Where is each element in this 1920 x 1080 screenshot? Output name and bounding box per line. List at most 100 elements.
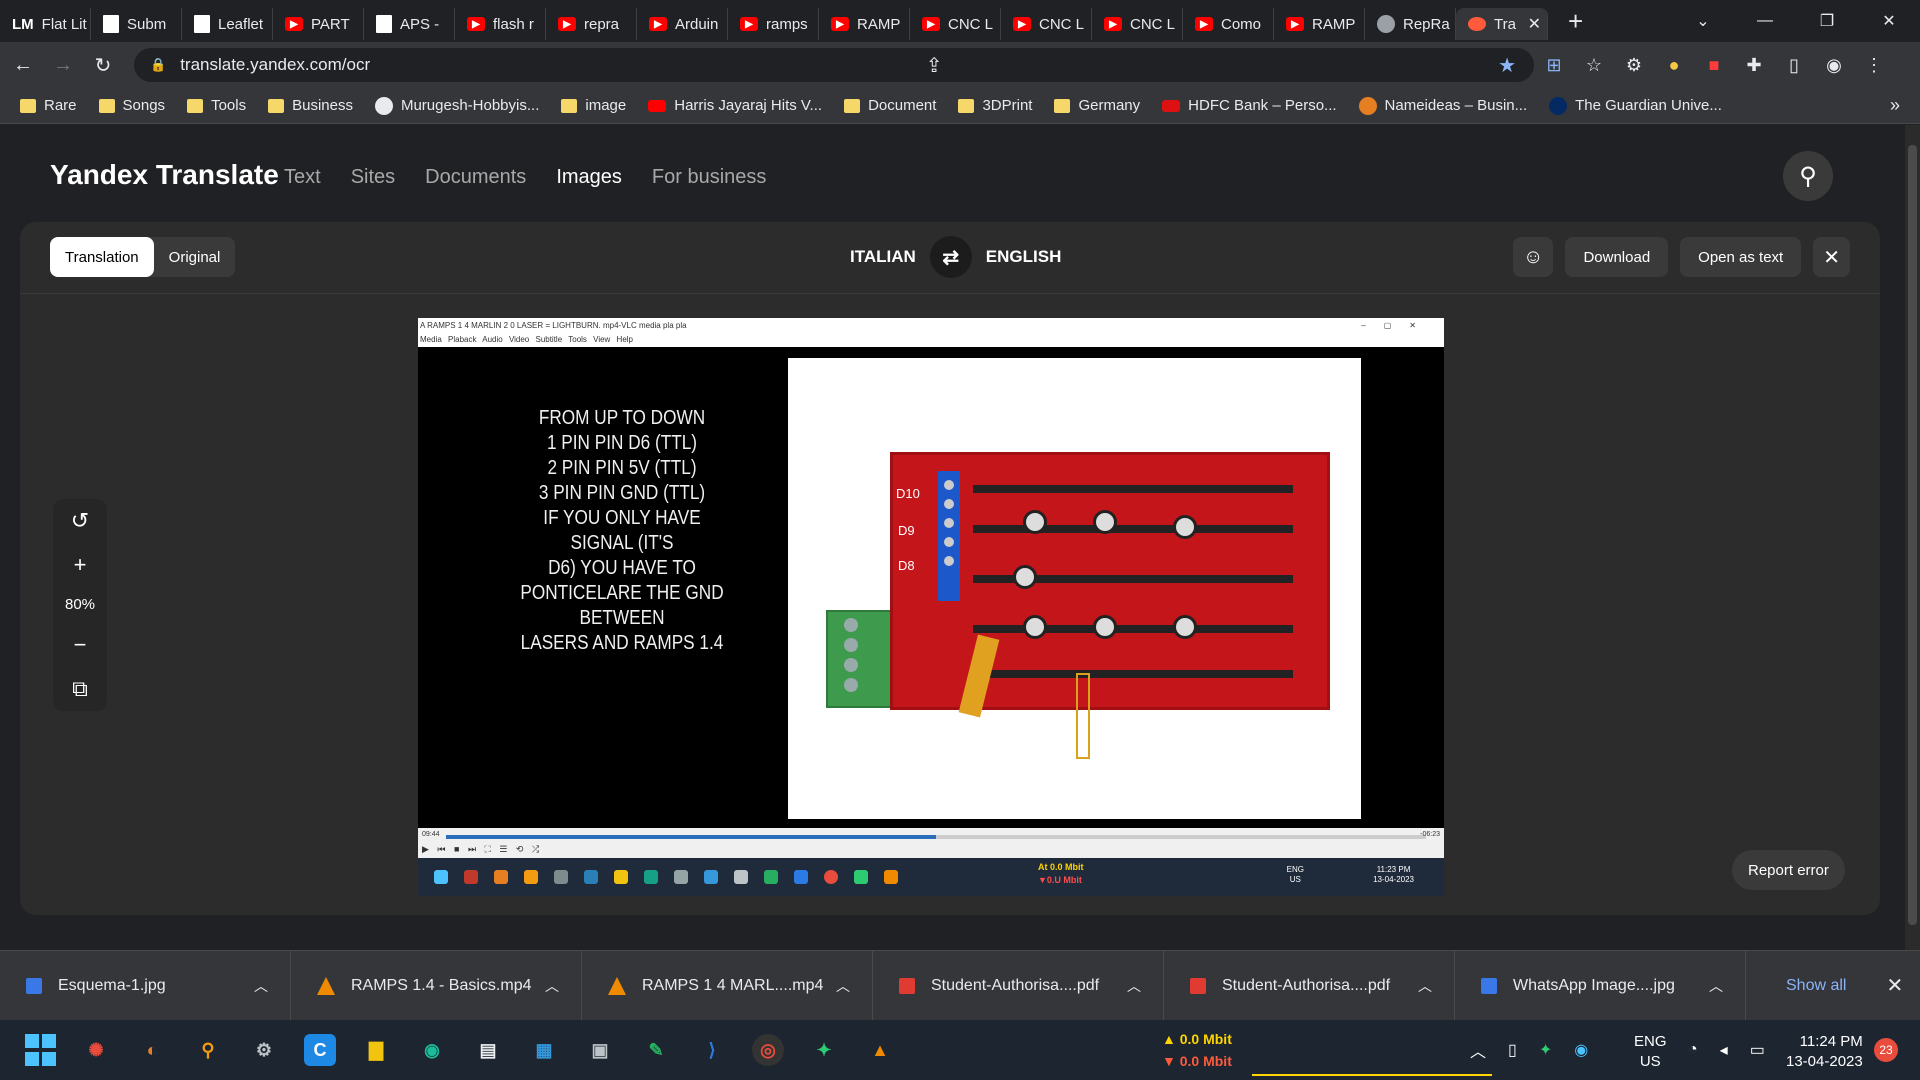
show-all-downloads-button[interactable]: Show all — [1786, 977, 1846, 995]
brand-logo[interactable]: Yandex Translate — [50, 159, 279, 191]
github-desktop-icon[interactable]: ◉ — [416, 1034, 448, 1066]
tab-active[interactable]: Tra ✕ — [1456, 8, 1548, 40]
open-as-text-button[interactable]: Open as text — [1680, 237, 1802, 277]
bookmark[interactable]: image — [561, 97, 626, 114]
bookmark[interactable]: Document — [844, 97, 936, 114]
bookmark[interactable]: Harris Jayaraj Hits V... — [648, 97, 822, 114]
bookmark[interactable]: Tools — [187, 97, 246, 114]
extension-red-icon[interactable]: ■ — [1694, 55, 1734, 76]
tab-search-icon[interactable]: ⌄ — [1672, 0, 1734, 42]
bookmark[interactable]: Murugesh-Hobbyis... — [374, 96, 539, 115]
address-bar[interactable]: 🔒 translate.yandex.com/ocr ⇪ ★ — [134, 48, 1534, 82]
tab[interactable]: ▶ CNC L — [1092, 8, 1183, 40]
minimize-button[interactable]: — — [1734, 0, 1796, 42]
chevron-up-icon[interactable]: ︿ — [1127, 976, 1141, 996]
extension-robot-icon[interactable]: ⚙ — [1614, 55, 1654, 76]
target-language[interactable]: ENGLISH — [986, 247, 1062, 267]
bookmark[interactable]: HDFC Bank – Perso... — [1162, 97, 1337, 114]
translate-icon[interactable]: ⊞ — [1534, 55, 1574, 76]
close-downloads-icon[interactable]: ✕ — [1886, 973, 1903, 998]
app-c-icon[interactable]: C — [304, 1034, 336, 1066]
language-indicator[interactable]: ENG US — [1634, 1032, 1667, 1072]
tab[interactable]: ▶ Como — [1183, 8, 1274, 40]
extension-star-icon[interactable]: ☆ — [1574, 55, 1614, 76]
tab[interactable]: APS - — [364, 8, 455, 40]
notification-badge[interactable]: 23 — [1874, 1038, 1898, 1062]
file-explorer-icon[interactable]: ▇ — [360, 1034, 392, 1066]
download-item[interactable]: Student-Authorisa....pdf ︿ — [1164, 950, 1455, 1021]
share-icon[interactable]: ⇪ — [926, 53, 943, 78]
bookmark[interactable]: Germany — [1054, 97, 1140, 114]
menu-kebab-icon[interactable]: ⋮ — [1854, 55, 1894, 76]
chevron-up-icon[interactable]: ︿ — [836, 976, 850, 996]
feedback-icon[interactable]: ☺ — [1513, 237, 1554, 277]
back-button[interactable]: ← — [6, 54, 40, 77]
bookmark-star-icon[interactable]: ★ — [1498, 53, 1516, 78]
swap-languages-icon[interactable]: ⇄ — [929, 236, 972, 278]
chevron-up-icon[interactable]: ︿ — [1470, 1038, 1486, 1062]
user-icon[interactable]: ⚲ — [1783, 151, 1833, 201]
nav-for-business[interactable]: For business — [652, 166, 767, 189]
tab[interactable]: ▶ CNC L — [1001, 8, 1092, 40]
tray-eye-icon[interactable]: ◉ — [1574, 1040, 1588, 1060]
nav-sites[interactable]: Sites — [351, 166, 395, 189]
wifi-icon[interactable]: ◔ — [1688, 1041, 1698, 1059]
sidepanel-icon[interactable]: ▯ — [1774, 55, 1814, 76]
page-scrollbar[interactable] — [1905, 125, 1920, 950]
tray-app-icon[interactable]: ▯ — [1508, 1040, 1517, 1060]
fit-icon[interactable]: ⧉ — [72, 676, 88, 702]
new-tab-button[interactable]: + — [1568, 6, 1598, 37]
close-icon[interactable]: ✕ — [1813, 237, 1850, 277]
original-tab[interactable]: Original — [154, 237, 236, 277]
chevron-up-icon[interactable]: ︿ — [254, 976, 268, 996]
bookmark[interactable]: Songs — [98, 97, 165, 114]
tab[interactable]: ▶ Arduin — [637, 8, 728, 40]
start-icon[interactable] — [24, 1034, 56, 1066]
battery-icon[interactable]: ▭ — [1750, 1040, 1765, 1060]
profile-avatar-icon[interactable]: ◉ — [1814, 55, 1854, 76]
extension-badge-icon[interactable]: ● — [1654, 55, 1694, 76]
bookmark[interactable]: Nameideas – Busin... — [1358, 96, 1527, 115]
tab[interactable]: RepRa — [1365, 8, 1456, 40]
bookmark[interactable]: Rare — [20, 97, 77, 114]
zoom-in-icon[interactable]: + — [74, 552, 87, 578]
chevron-up-icon[interactable]: ︿ — [545, 976, 559, 996]
tab[interactable]: Leaflet — [182, 8, 273, 40]
settings-icon[interactable]: ⚙ — [248, 1034, 280, 1066]
download-item[interactable]: WhatsApp Image....jpg ︿ — [1455, 950, 1746, 1021]
bookmark[interactable]: 3DPrint — [958, 97, 1032, 114]
bookmark[interactable]: Business — [268, 97, 353, 114]
vscode-icon[interactable]: ⟩ — [696, 1034, 728, 1066]
forward-button[interactable]: → — [46, 54, 80, 77]
download-item[interactable]: RAMPS 1.4 - Basics.mp4 ︿ — [291, 950, 582, 1021]
app-lizard-icon[interactable]: ✦ — [808, 1034, 840, 1066]
tab[interactable]: ▶ flash r — [455, 8, 546, 40]
app-ccleaner-icon[interactable]: ◐ — [136, 1034, 168, 1066]
tray-lizard-icon[interactable]: ✦ — [1539, 1040, 1552, 1060]
download-item[interactable]: Esquema-1.jpg ︿ — [0, 950, 291, 1021]
app-gear-icon[interactable]: ✺ — [80, 1034, 112, 1066]
translation-tab[interactable]: Translation — [50, 237, 154, 277]
nav-text[interactable]: Text — [284, 166, 321, 189]
puzzle-icon[interactable]: ✚ — [1734, 55, 1774, 76]
clock[interactable]: 11:24 PM 13-04-2023 — [1786, 1032, 1863, 1072]
search-icon[interactable]: ⚲ — [192, 1034, 224, 1066]
close-tab-icon[interactable]: ✕ — [1528, 14, 1541, 34]
chrome-icon[interactable]: ◎ — [752, 1034, 784, 1066]
app-chart-icon[interactable]: ▤ — [472, 1034, 504, 1066]
volume-icon[interactable]: ◂ — [1720, 1040, 1728, 1060]
tab[interactable]: ▶ PART — [273, 8, 364, 40]
download-button[interactable]: Download — [1565, 237, 1669, 277]
bookmark[interactable]: The Guardian Unive... — [1549, 96, 1722, 115]
nav-images[interactable]: Images — [556, 166, 622, 189]
chevron-up-icon[interactable]: ︿ — [1709, 976, 1723, 996]
reload-button[interactable]: ↻ — [86, 53, 120, 78]
report-error-button[interactable]: Report error — [1732, 850, 1845, 890]
zoom-out-icon[interactable]: − — [74, 632, 87, 658]
tab[interactable]: ▶ ramps — [728, 8, 819, 40]
tab[interactable]: Subm — [91, 8, 182, 40]
download-item[interactable]: Student-Authorisa....pdf ︿ — [873, 950, 1164, 1021]
source-language[interactable]: ITALIAN — [850, 247, 916, 267]
tab[interactable]: ▶ repra — [546, 8, 637, 40]
download-item[interactable]: RAMPS 1 4 MARL....mp4 ︿ — [582, 950, 873, 1021]
